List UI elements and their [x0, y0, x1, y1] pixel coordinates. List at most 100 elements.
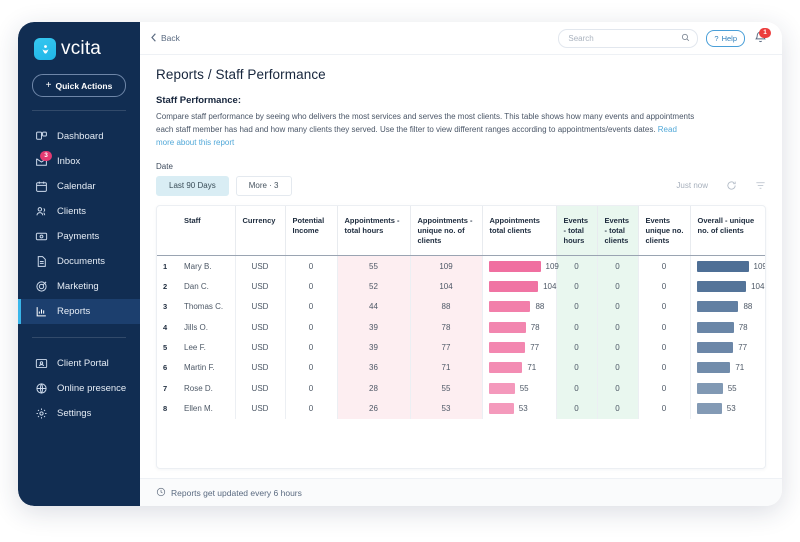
cell-events-total-hours: 0: [556, 296, 598, 318]
filter-bar: Last 90 Days More · 3 Just now: [156, 175, 766, 196]
reports-icon: [34, 305, 48, 319]
bar-value-label: 71: [527, 363, 537, 373]
table-row[interactable]: 1 Mary B. USD 0 55 109 109 0 0 0 109: [157, 255, 766, 277]
cell-appointments-unique-clients: 55: [410, 378, 483, 399]
search-icon[interactable]: [681, 29, 690, 47]
col-events-total-hours: Events - total hours: [556, 205, 598, 257]
table-row[interactable]: 2 Dan C. USD 0 52 104 104 0 0 0 104: [157, 276, 765, 297]
cell-events-total-clients: 0: [597, 398, 639, 419]
cell-events-total-hours: 0: [556, 398, 598, 419]
cell-currency: USD: [235, 296, 286, 318]
cell-events-total-hours: 0: [556, 378, 598, 399]
sidebar-item-reports[interactable]: Reports: [18, 299, 140, 324]
refresh-icon[interactable]: [726, 180, 737, 191]
bar-value-label: 88: [743, 302, 753, 312]
back-button[interactable]: Back: [150, 32, 180, 44]
cell-staff: Rose D.: [177, 378, 236, 399]
cell-events-unique-clients: 0: [638, 255, 691, 277]
sidebar-item-label: Marketing: [57, 281, 99, 292]
help-button[interactable]: ? Help: [706, 29, 745, 47]
search-box[interactable]: [558, 28, 699, 48]
value-bar: [696, 301, 739, 313]
col-appointments-total-clients: Appointments total clients: [482, 205, 557, 257]
sidebar-nav: Dashboard 3 Inbox Calendar Clients Payme…: [18, 124, 140, 324]
cell-appointments-total-hours: 52: [337, 276, 411, 297]
cell-appointments-total-hours: 44: [337, 296, 411, 318]
sidebar: vcita + Quick Actions Dashboard 3 Inbox: [18, 22, 140, 506]
cell-appointments-unique-clients: 88: [410, 296, 483, 318]
cell-events-total-hours: 0: [556, 317, 598, 338]
table-header-row: Staff Currency Potential Income Appointm…: [157, 205, 765, 257]
cell-appointments-total-hours: 55: [337, 255, 411, 277]
cell-staff: Lee F.: [177, 337, 236, 358]
cell-potential-income: 0: [285, 317, 338, 338]
help-label: Help: [721, 33, 737, 43]
col-appointments-total-hours: Appointments - total hours: [337, 205, 411, 257]
cell-staff: Ellen M.: [177, 398, 236, 419]
value-bar: [696, 382, 723, 394]
value-bar: [488, 260, 541, 272]
cell-events-unique-clients: 0: [638, 398, 691, 419]
value-bar: [488, 301, 531, 313]
date-range-chip[interactable]: Last 90 Days: [156, 175, 229, 196]
cell-appointments-total-clients: 55: [482, 378, 557, 399]
row-index: 3: [163, 302, 168, 312]
table-row[interactable]: 3 Thomas C. USD 0 44 88 88 0 0 0 88: [157, 296, 765, 318]
bar-value-label: 71: [735, 363, 745, 373]
topbar: Back ? Help 1: [140, 22, 782, 55]
cell-appointments-total-hours: 26: [337, 398, 411, 419]
cell-overall-unique-clients: 104: [690, 277, 765, 297]
quick-actions-button[interactable]: + Quick Actions: [32, 74, 126, 97]
cell-overall-unique-clients: 77: [690, 337, 765, 357]
col-events-total-clients: Events - total clients: [597, 205, 639, 257]
cell-potential-income: 0: [285, 296, 338, 318]
sidebar-item-client-portal[interactable]: Client Portal: [18, 351, 140, 376]
table-row[interactable]: 7 Rose D. USD 0 28 55 55 0 0 0 55: [157, 378, 765, 399]
brand-logo[interactable]: vcita: [18, 22, 140, 60]
cell-appointments-unique-clients: 77: [410, 337, 483, 358]
value-bar: [696, 402, 722, 414]
sidebar-item-inbox[interactable]: 3 Inbox: [18, 149, 140, 174]
cell-events-total-clients: 0: [597, 378, 639, 399]
sidebar-item-settings[interactable]: Settings: [18, 401, 140, 426]
cell-events-unique-clients: 0: [638, 276, 691, 297]
cell-appointments-total-hours: 28: [337, 378, 411, 399]
table-footer-note: Reports get updated every 6 hours: [140, 478, 782, 506]
sidebar-item-calendar[interactable]: Calendar: [18, 174, 140, 199]
cell-potential-income: 0: [285, 255, 338, 277]
row-index: 1: [163, 261, 168, 271]
search-input[interactable]: [566, 32, 678, 44]
cell-appointments-total-clients: 88: [482, 296, 557, 318]
sidebar-item-dashboard[interactable]: Dashboard: [18, 124, 140, 149]
back-label: Back: [161, 33, 180, 43]
cell-staff: Thomas C.: [177, 296, 236, 318]
table-row[interactable]: 8 Ellen M. USD 0 26 53 53 0 0 0 53: [157, 398, 765, 419]
bar-value-label: 77: [738, 343, 748, 353]
gear-icon: [34, 407, 48, 421]
sidebar-item-payments[interactable]: Payments: [18, 224, 140, 249]
value-bar: [696, 342, 734, 354]
cell-currency: USD: [235, 398, 286, 419]
cell-events-total-hours: 0: [556, 357, 598, 379]
cell-potential-income: 0: [285, 357, 338, 379]
sidebar-item-documents[interactable]: Documents: [18, 249, 140, 274]
notifications-button[interactable]: 1: [754, 28, 771, 46]
cell-appointments-total-clients: 109: [482, 255, 559, 277]
cell-appointments-total-clients: 53: [482, 398, 557, 419]
content: Staff Performance: Compare staff perform…: [140, 82, 782, 469]
sidebar-item-online-presence[interactable]: Online presence: [18, 376, 140, 401]
last-updated-label: Just now: [676, 181, 708, 191]
footer-text: Reports get updated every 6 hours: [171, 487, 302, 498]
table-row[interactable]: 6 Martin F. USD 0 36 71 71 0 0 0 71: [157, 357, 765, 379]
bar-value-label: 109: [753, 261, 766, 271]
filter-icon[interactable]: [755, 180, 766, 191]
cell-currency: USD: [235, 337, 286, 358]
row-index: 2: [163, 282, 168, 292]
cell-appointments-total-hours: 39: [337, 337, 411, 358]
value-bar: [488, 281, 539, 293]
sidebar-item-clients[interactable]: Clients: [18, 199, 140, 224]
table-row[interactable]: 4 Jills O. USD 0 39 78 78 0 0 0 78: [157, 317, 765, 338]
sidebar-item-marketing[interactable]: Marketing: [18, 274, 140, 299]
more-filters-chip[interactable]: More · 3: [235, 175, 292, 196]
table-row[interactable]: 5 Lee F. USD 0 39 77 77 0 0 0 77: [157, 337, 765, 358]
